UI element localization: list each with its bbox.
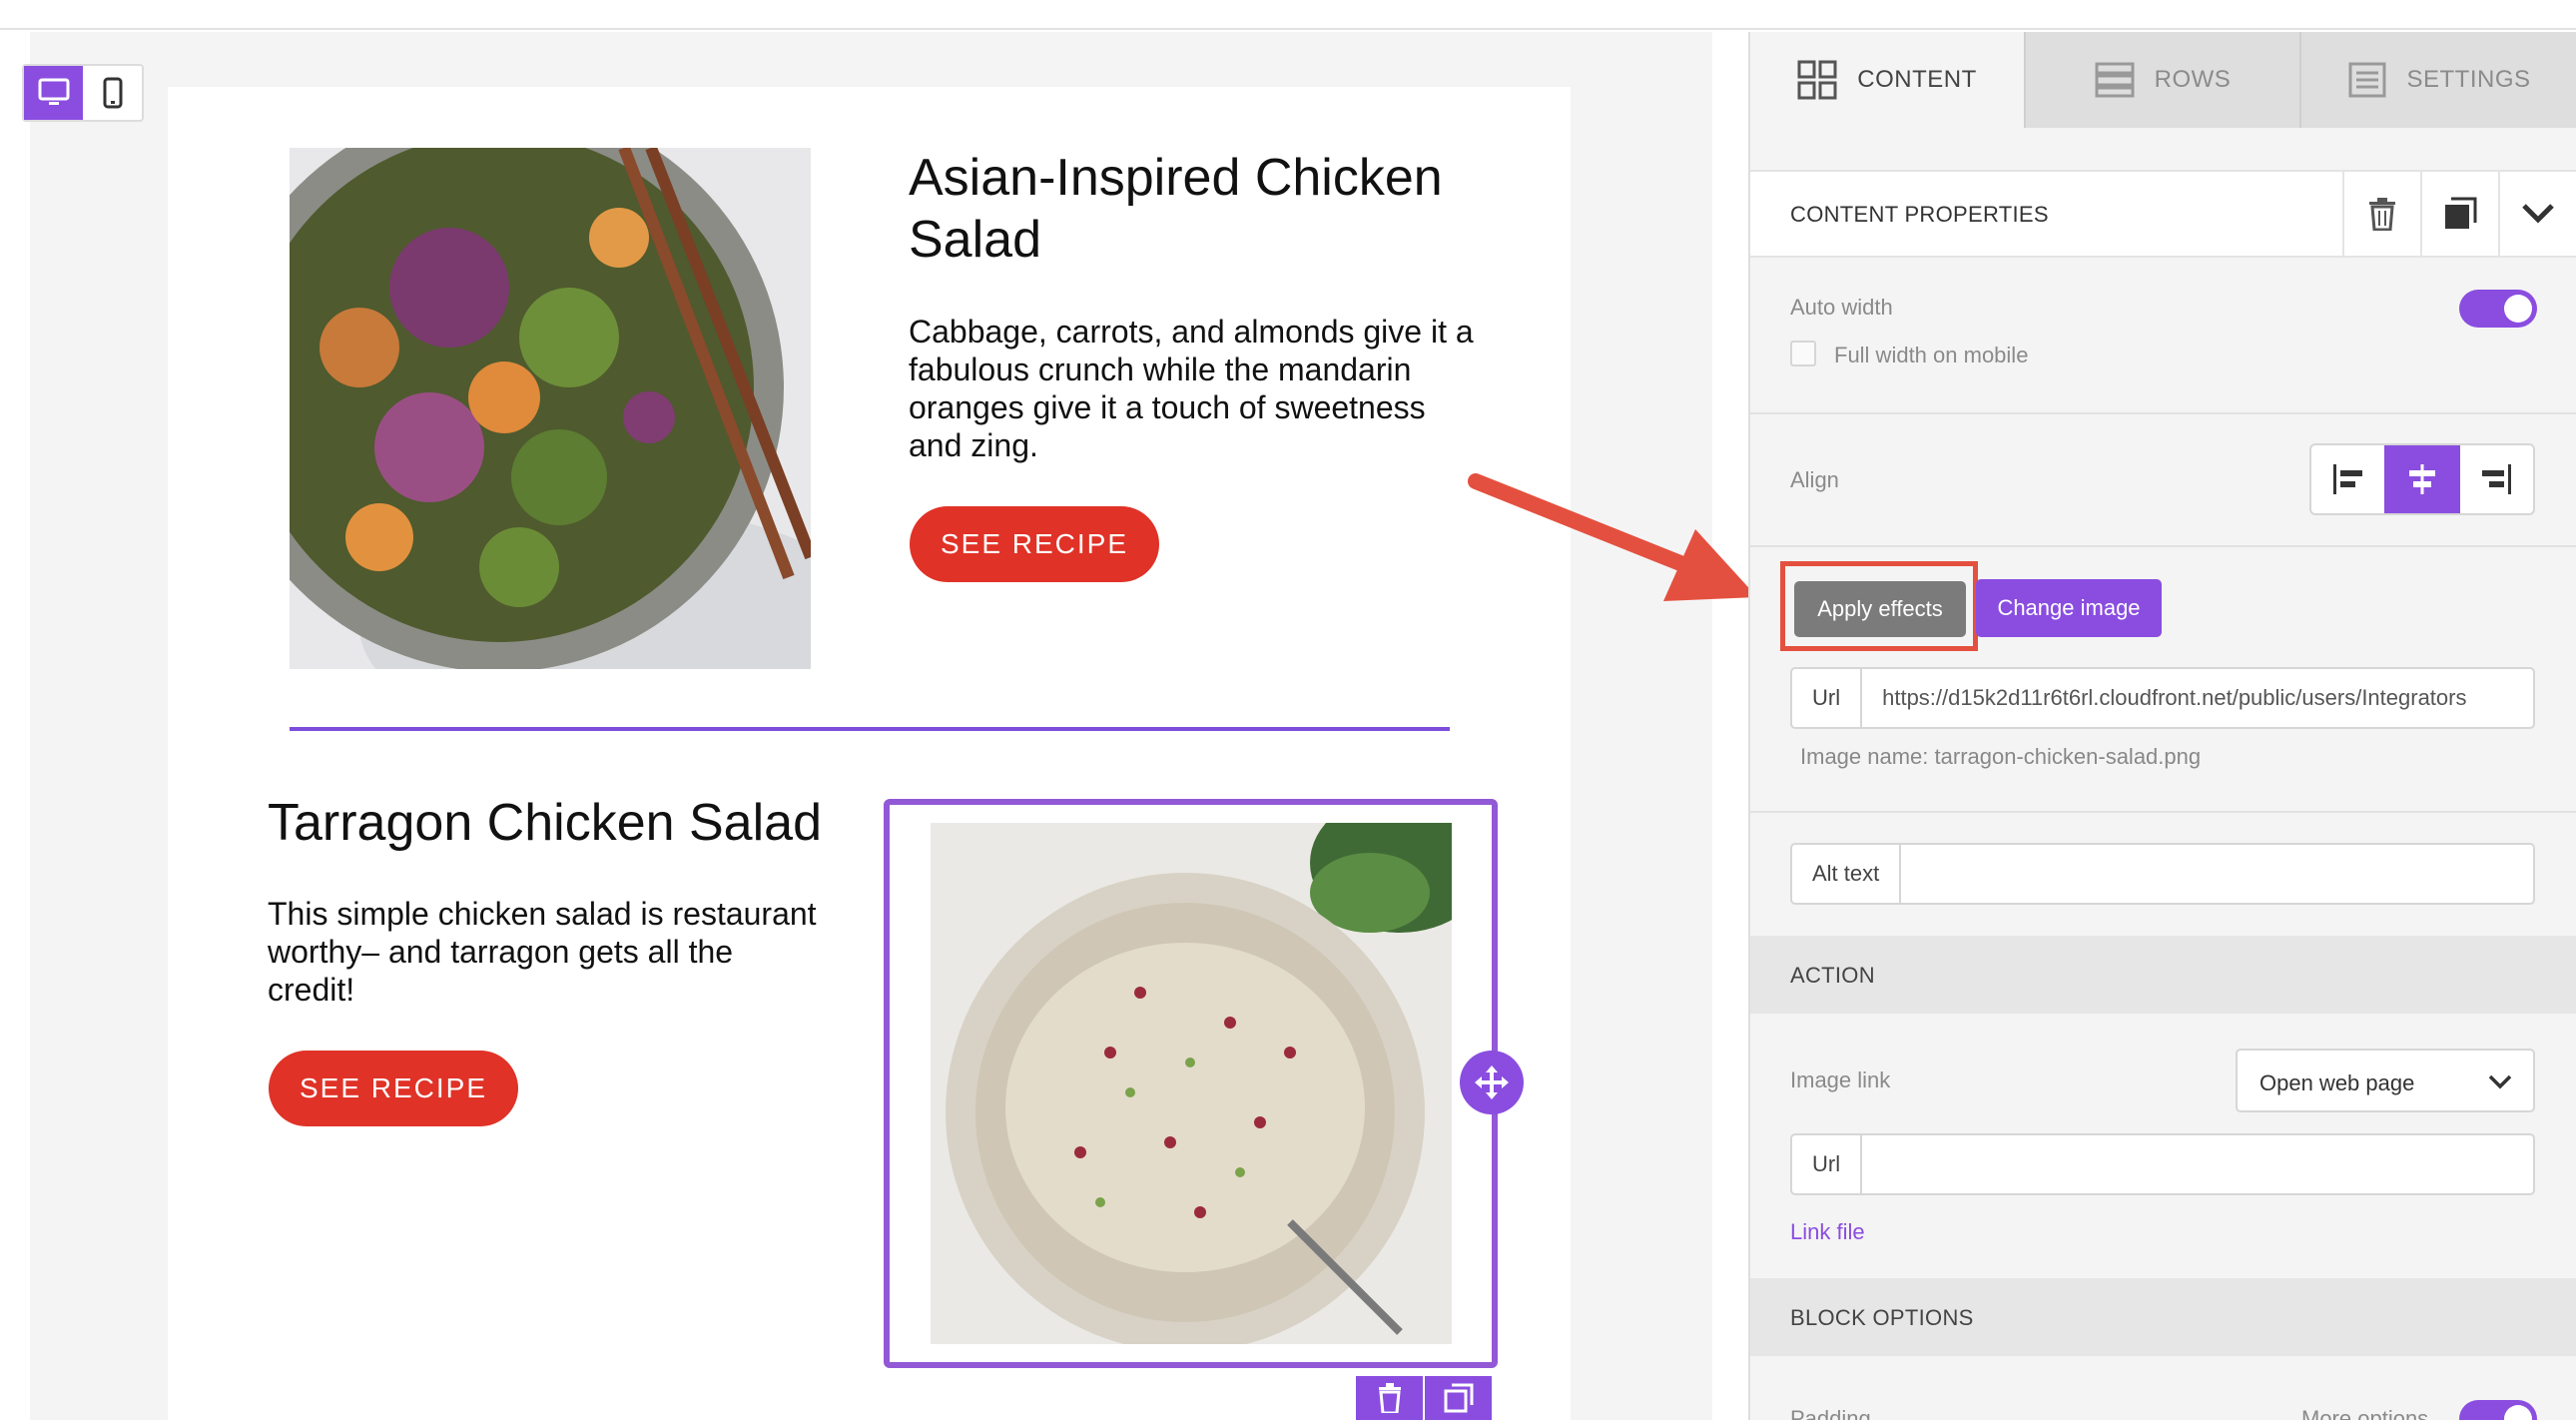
align-center-icon xyxy=(2409,464,2435,494)
card1-desc-line: oranges give it a touch of sweetness xyxy=(909,389,1426,425)
collapse-panel-button[interactable] xyxy=(2498,172,2576,256)
desktop-view-button[interactable] xyxy=(24,66,83,120)
mobile-icon xyxy=(103,77,122,109)
duplicate-icon xyxy=(1444,1383,1473,1413)
align-label: Align xyxy=(1790,467,1839,492)
change-image-button[interactable]: Change image xyxy=(1976,579,2162,637)
mobile-view-button[interactable] xyxy=(83,66,142,120)
card1-title: Asian-Inspired Chicken Salad xyxy=(909,147,1468,271)
separator xyxy=(1750,545,2576,547)
action-section-header: ACTION xyxy=(1750,936,2576,1014)
block-duplicate-button[interactable] xyxy=(1425,1376,1492,1420)
grid-icon xyxy=(1797,60,1837,100)
action-url-prefix: Url xyxy=(1792,1135,1863,1193)
card2-desc-line: worthy– and tarragon gets all the xyxy=(268,934,734,970)
tab-content-label: CONTENT xyxy=(1857,66,1977,93)
content-properties-header: CONTENT PROPERTIES xyxy=(1750,170,2576,258)
chevron-down-icon xyxy=(2522,204,2554,224)
image-url-field: Url https://d15k2d11r6t6rl.cloudfront.ne… xyxy=(1790,667,2535,729)
align-right-icon xyxy=(2482,464,2512,494)
link-file-link[interactable]: Link file xyxy=(1790,1219,1865,1245)
alt-text-input[interactable] xyxy=(1901,845,2533,903)
properties-panel: CONTENT ROWS SETTINGS CONTENT PROPERTIES xyxy=(1748,32,2576,1420)
image-name-text: Image name: tarragon-chicken-salad.png xyxy=(1800,744,2202,769)
card2-desc-line: This simple chicken salad is restaurant xyxy=(268,896,817,932)
card2-desc-line: credit! xyxy=(268,972,355,1008)
image-link-value: Open web page xyxy=(2259,1070,2415,1095)
align-button-group xyxy=(2309,443,2535,515)
tab-content[interactable]: CONTENT xyxy=(1750,32,2026,128)
tab-settings-label: SETTINGS xyxy=(2406,66,2531,93)
asian-salad-image[interactable] xyxy=(290,148,811,669)
card1-see-recipe-button[interactable]: SEE RECIPE xyxy=(910,506,1159,582)
card1-desc-line: Cabbage, carrots, and almonds give it a xyxy=(909,314,1474,350)
align-left-button[interactable] xyxy=(2311,445,2384,513)
auto-width-toggle[interactable] xyxy=(2459,290,2537,328)
salad-bowl-illustration xyxy=(290,148,811,669)
separator xyxy=(1750,811,2576,813)
url-prefix: Url xyxy=(1792,669,1863,727)
panel-tabs: CONTENT ROWS SETTINGS xyxy=(1750,32,2576,128)
content-properties-title: CONTENT PROPERTIES xyxy=(1790,202,2049,227)
chevron-down-icon xyxy=(2488,1074,2512,1089)
tab-rows[interactable]: ROWS xyxy=(2026,32,2301,128)
device-toggle xyxy=(22,64,144,122)
padding-label: Padding xyxy=(1790,1406,1871,1420)
apply-effects-button[interactable]: Apply effects xyxy=(1794,581,1966,637)
image-link-select[interactable]: Open web page xyxy=(2236,1049,2535,1112)
card2-title: Tarragon Chicken Salad xyxy=(268,794,822,852)
block-options-section-header: BLOCK OPTIONS xyxy=(1750,1278,2576,1356)
block-options-heading: BLOCK OPTIONS xyxy=(1790,1305,1974,1330)
card2-see-recipe-button[interactable]: SEE RECIPE xyxy=(269,1051,518,1126)
top-bar xyxy=(0,0,2576,30)
separator xyxy=(1750,412,2576,414)
alt-text-field: Alt text xyxy=(1790,843,2535,905)
settings-list-icon xyxy=(2348,62,2386,98)
annotation-arrow xyxy=(1468,473,1757,601)
more-options-label: More options xyxy=(2301,1406,2429,1420)
duplicate-icon xyxy=(2445,197,2477,229)
rows-icon xyxy=(2095,62,2135,98)
tarragon-salad-image[interactable] xyxy=(931,823,1452,1344)
card1-title-line1: Asian-Inspired Chicken xyxy=(909,149,1443,207)
alt-text-prefix: Alt text xyxy=(1792,845,1902,903)
tab-settings[interactable]: SETTINGS xyxy=(2301,32,2576,128)
align-right-button[interactable] xyxy=(2460,445,2533,513)
more-options-toggle[interactable] xyxy=(2459,1400,2537,1420)
image-link-label: Image link xyxy=(1790,1067,1891,1092)
duplicate-content-button[interactable] xyxy=(2420,172,2498,256)
card1-desc-line: and zing. xyxy=(909,427,1038,463)
full-width-mobile-label: Full width on mobile xyxy=(1834,343,2029,367)
content-divider xyxy=(290,727,1450,731)
trash-icon xyxy=(2369,198,2395,231)
move-arrows-icon xyxy=(1475,1065,1509,1099)
delete-content-button[interactable] xyxy=(2342,172,2420,256)
card2-description: This simple chicken salad is restaurant … xyxy=(268,895,867,1009)
block-mini-toolbar xyxy=(1356,1376,1494,1420)
card1-desc-line: fabulous crunch while the mandarin xyxy=(909,352,1412,387)
block-delete-button[interactable] xyxy=(1356,1376,1423,1420)
auto-width-label: Auto width xyxy=(1790,295,1893,320)
action-url-field: Url xyxy=(1790,1133,2535,1195)
align-left-icon xyxy=(2332,464,2362,494)
action-url-input[interactable] xyxy=(1862,1135,2533,1193)
trash-icon xyxy=(1378,1383,1401,1413)
desktop-icon xyxy=(38,78,69,105)
image-url-input[interactable]: https://d15k2d11r6t6rl.cloudfront.net/pu… xyxy=(1862,669,2533,727)
stage-gutter xyxy=(1712,32,1748,1420)
move-block-handle[interactable] xyxy=(1460,1051,1524,1114)
full-width-mobile-checkbox[interactable] xyxy=(1790,341,1816,366)
action-heading: ACTION xyxy=(1790,963,1875,988)
plated-salad-illustration xyxy=(931,823,1452,1344)
align-center-button[interactable] xyxy=(2384,445,2460,513)
tab-rows-label: ROWS xyxy=(2154,66,2232,93)
card1-description: Cabbage, carrots, and almonds give it a … xyxy=(909,313,1488,464)
card1-title-line2: Salad xyxy=(909,211,1041,269)
